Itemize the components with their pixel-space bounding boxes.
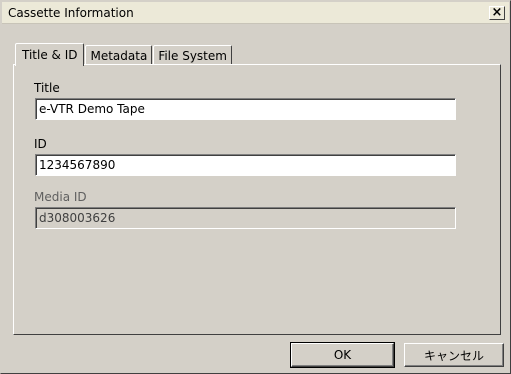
id-label: ID <box>34 137 47 151</box>
dialog-window: Cassette Information × Title & ID Metada… <box>0 0 511 374</box>
tab-file-system[interactable]: File System <box>153 45 232 65</box>
tab-label: Metadata <box>90 48 148 63</box>
tab-panel-title-id: Title ID Media ID <box>13 64 501 335</box>
tab-strip: Title & ID Metadata File System <box>15 43 233 66</box>
tab-label: File System <box>158 48 227 63</box>
title-input[interactable] <box>35 98 456 120</box>
title-bar[interactable]: Cassette Information × <box>2 2 509 24</box>
tab-label: Title & ID <box>22 48 78 62</box>
tab-title-id[interactable]: Title & ID <box>15 43 85 66</box>
window-title: Cassette Information <box>8 5 134 20</box>
tab-metadata[interactable]: Metadata <box>85 45 153 65</box>
media-id-label: Media ID <box>34 190 87 204</box>
media-id-input <box>35 207 456 229</box>
cancel-button[interactable]: キャンセル <box>404 343 504 367</box>
close-icon: × <box>491 4 503 20</box>
id-input[interactable] <box>35 154 456 176</box>
close-button[interactable]: × <box>489 4 505 20</box>
title-label: Title <box>34 81 60 95</box>
ok-button[interactable]: OK <box>290 342 395 368</box>
